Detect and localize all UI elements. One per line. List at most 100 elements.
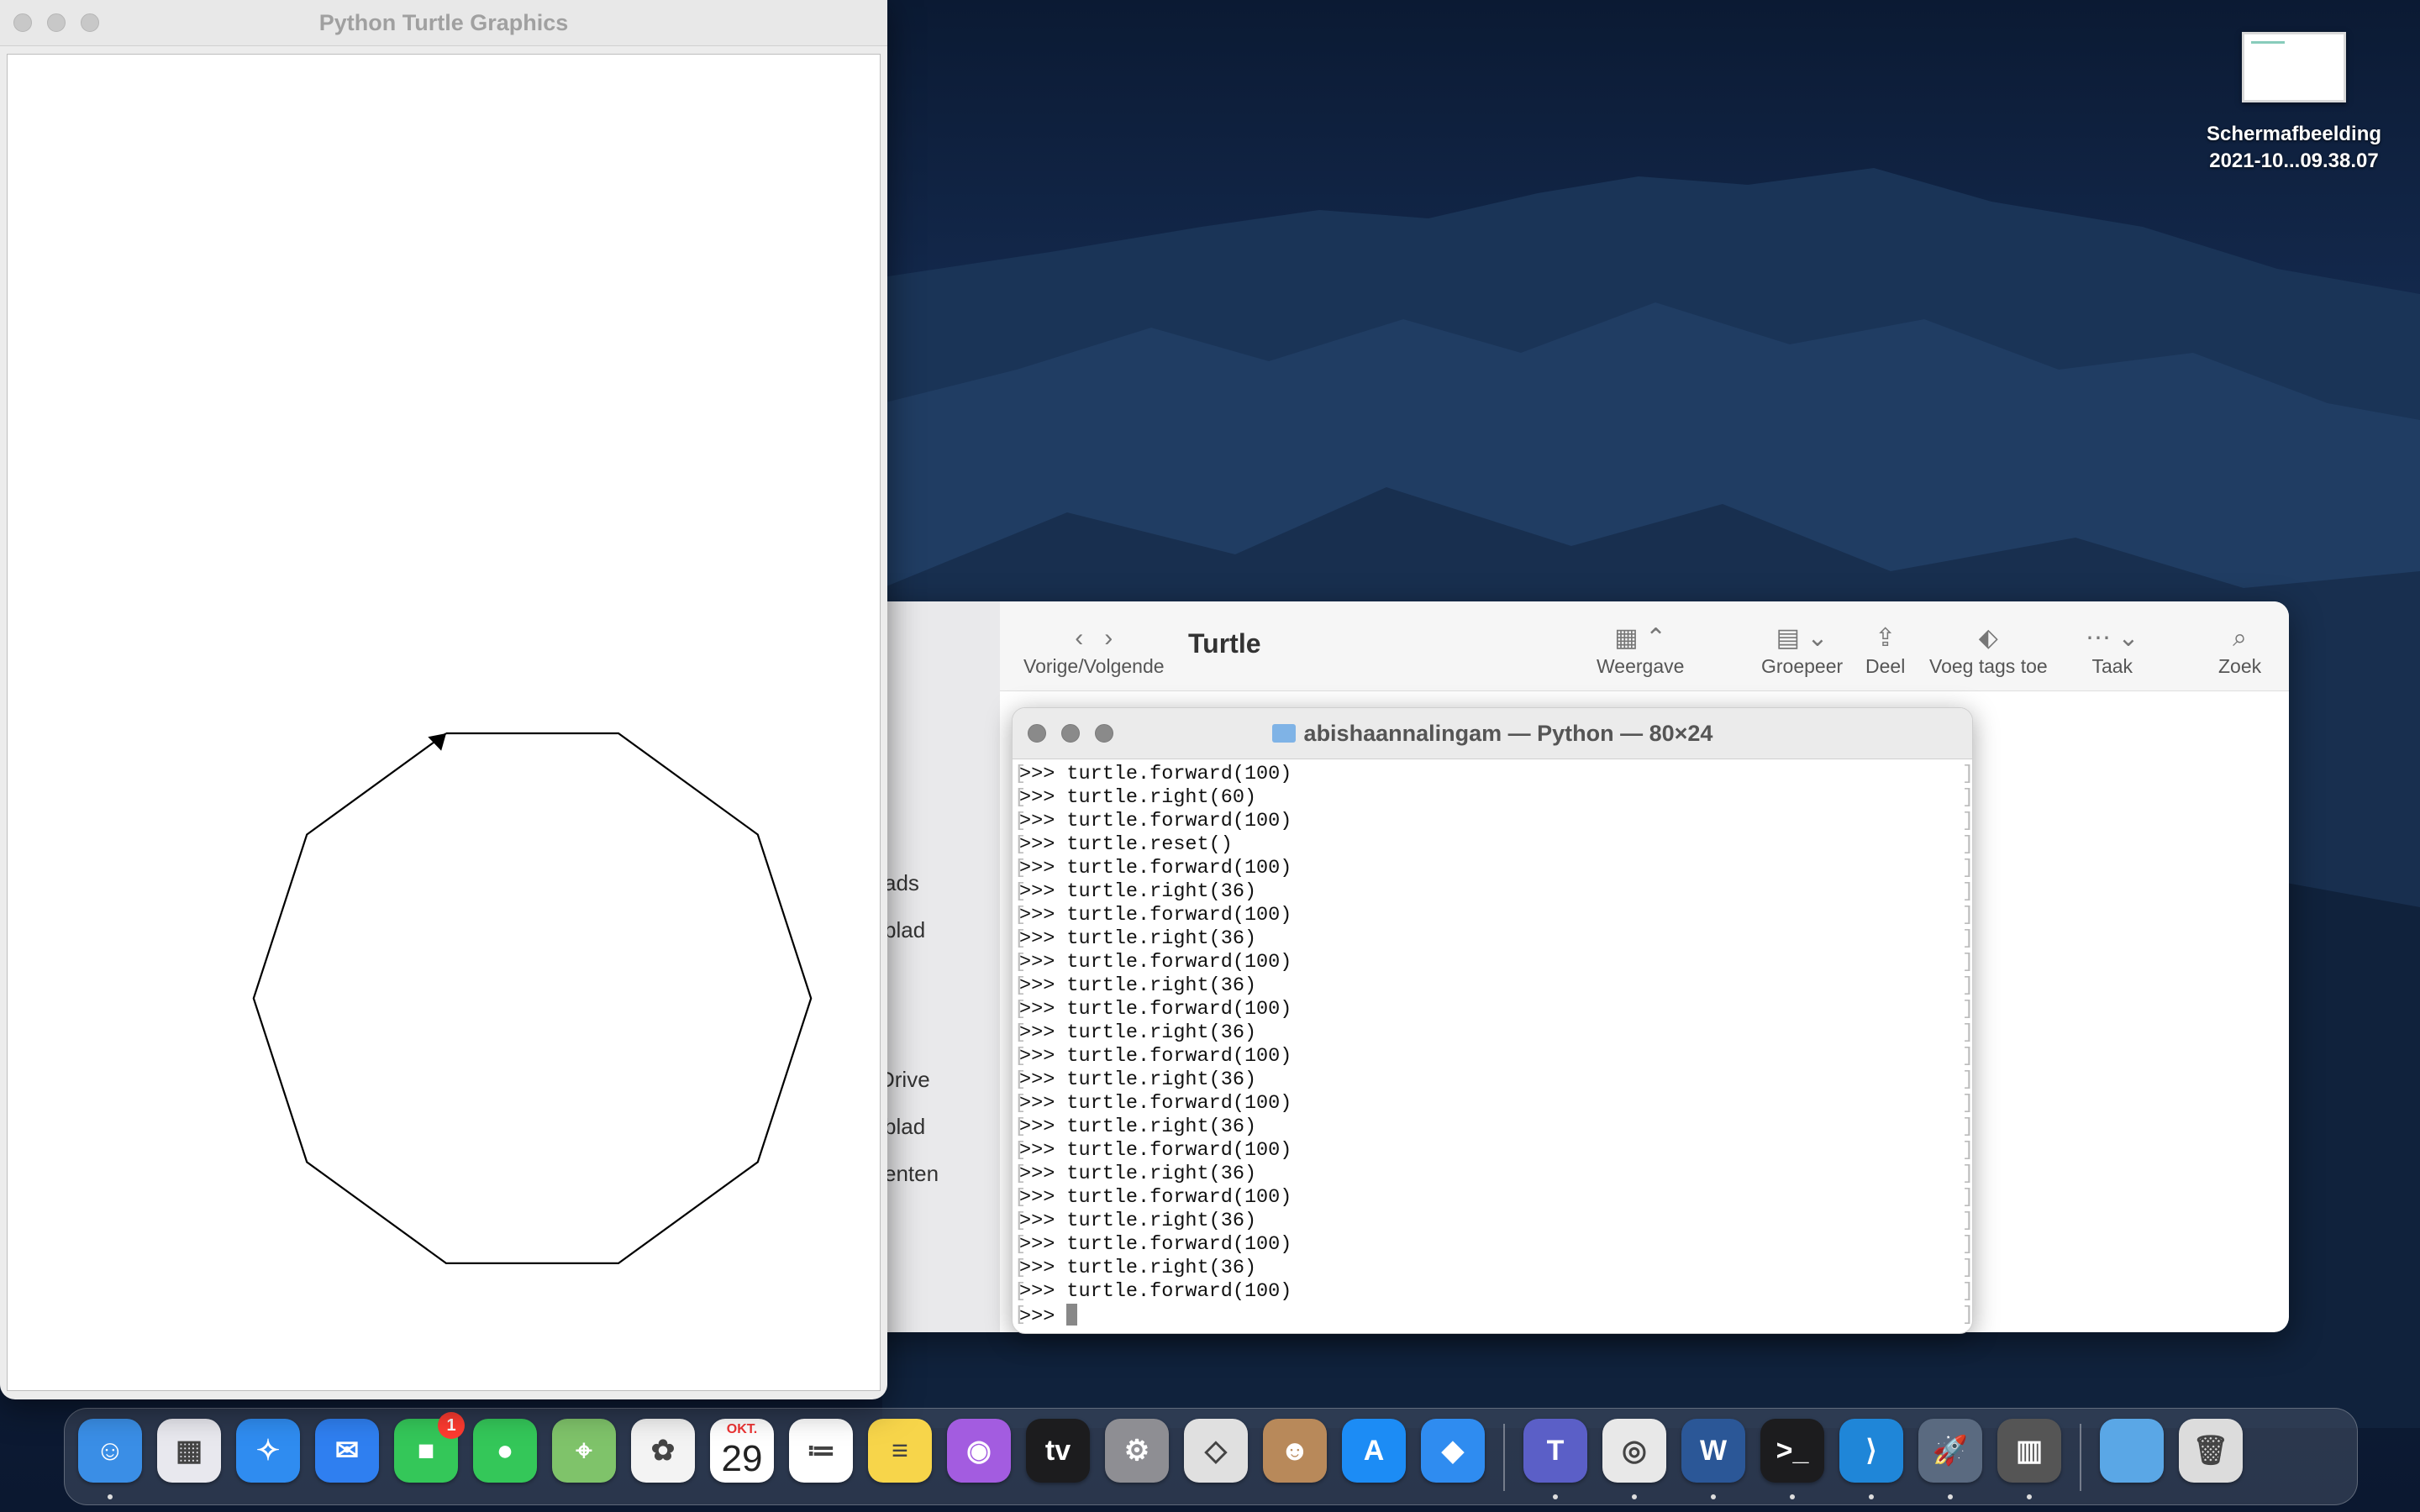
- notes-glyph: ≡: [892, 1435, 908, 1467]
- dock-roblox-studio-icon[interactable]: ◇: [1184, 1419, 1248, 1483]
- dock-calculator-icon[interactable]: ▥: [1997, 1419, 2061, 1483]
- dock-downloads-folder-icon[interactable]: [2100, 1419, 2164, 1483]
- dock-separator: [1503, 1424, 1505, 1491]
- terminal-title: abishaannalingam — Python — 80×24: [1013, 721, 1972, 747]
- turtle-window-title: Python Turtle Graphics: [318, 10, 569, 35]
- dock-safari-icon[interactable]: ✧: [236, 1419, 300, 1483]
- terminal-line: >>> turtle.forward(100): [1014, 1092, 1972, 1116]
- terminal-line: >>> turtle.right(36): [1014, 974, 1972, 998]
- dock-maps-icon[interactable]: ⌖: [552, 1419, 616, 1483]
- roblox-studio-glyph: ◇: [1204, 1435, 1228, 1467]
- file-thumbnail: [2242, 32, 2346, 102]
- chevron-left-right-icon: ‹ ›: [1075, 624, 1113, 652]
- chrome-glyph: ◎: [1622, 1435, 1647, 1467]
- running-indicator: [1553, 1494, 1558, 1499]
- running-indicator: [108, 1494, 113, 1499]
- terminal-prompt[interactable]: >>>: [1014, 1304, 1972, 1328]
- terminal-glyph: >_: [1776, 1435, 1809, 1467]
- dock-launchpad-icon[interactable]: ▦: [157, 1419, 221, 1483]
- running-indicator: [1711, 1494, 1716, 1499]
- terminal-line: >>> turtle.right(60): [1014, 786, 1972, 810]
- group-button[interactable]: ▤ ⌄ Groepeer: [1761, 622, 1843, 678]
- nav-label: Vorige/Volgende: [1023, 655, 1165, 677]
- tags-button[interactable]: ⬖ Voeg tags toe: [1929, 622, 2048, 678]
- sidebar-item[interactable]: blad: [884, 1114, 1000, 1140]
- python-launcher-glyph: 🚀: [1932, 1435, 1969, 1467]
- app-store-glyph: A: [1363, 1435, 1385, 1467]
- running-indicator: [1948, 1494, 1953, 1499]
- action-button[interactable]: ⋯ ⌄ Taak: [2086, 622, 2139, 678]
- reminders-glyph: ≔: [807, 1435, 835, 1467]
- view-button[interactable]: ▦ ⌃ Weergave: [1597, 622, 1684, 678]
- turtle-graphics-window[interactable]: Python Turtle Graphics: [0, 0, 887, 1399]
- launchpad-glyph: ▦: [175, 1435, 203, 1467]
- terminal-titlebar[interactable]: abishaannalingam — Python — 80×24: [1013, 708, 1972, 759]
- dock-podcasts-icon[interactable]: ◉: [947, 1419, 1011, 1483]
- dock-python-launcher-icon[interactable]: 🚀: [1918, 1419, 1982, 1483]
- share-button[interactable]: ⇪ Deel: [1865, 622, 1905, 678]
- nav-back-forward[interactable]: ‹ › Vorige/Volgende: [1023, 622, 1165, 678]
- dock-vscode-icon[interactable]: ⟩: [1839, 1419, 1903, 1483]
- turtle-drawing: [252, 732, 813, 1265]
- dock-messages-icon[interactable]: ●: [473, 1419, 537, 1483]
- dock-terminal-icon[interactable]: >_: [1760, 1419, 1824, 1483]
- terminal-window[interactable]: abishaannalingam — Python — 80×24 >>> tu…: [1012, 707, 1973, 1334]
- group-icon: ▤ ⌄: [1776, 624, 1828, 652]
- dock-notes-icon[interactable]: ≡: [868, 1419, 932, 1483]
- calendar-day: 29: [721, 1438, 763, 1479]
- terminal-line: >>> turtle.right(36): [1014, 1163, 1972, 1186]
- share-icon: ⇪: [1875, 624, 1897, 652]
- search-button[interactable]: ⌕ Zoek: [2218, 622, 2261, 678]
- terminal-line: >>> turtle.right(36): [1014, 927, 1972, 951]
- dock-calendar-icon[interactable]: OKT. 29: [710, 1419, 774, 1483]
- podcasts-glyph: ◉: [966, 1435, 992, 1467]
- terminal-line: >>> turtle.forward(100): [1014, 904, 1972, 927]
- dock-reminders-icon[interactable]: ≔: [789, 1419, 853, 1483]
- dock-contacts-icon[interactable]: ☻: [1263, 1419, 1327, 1483]
- dock-apple-tv-icon[interactable]: tv: [1026, 1419, 1090, 1483]
- terminal-line: >>> turtle.forward(100): [1014, 810, 1972, 833]
- dock-photos-icon[interactable]: ✿: [631, 1419, 695, 1483]
- facetime-glyph: ■: [417, 1435, 435, 1467]
- dock-mail-icon[interactable]: ✉: [315, 1419, 379, 1483]
- terminal-line: >>> turtle.forward(100): [1014, 1233, 1972, 1257]
- terminal-line: >>> turtle.forward(100): [1014, 763, 1972, 786]
- dock-trash-icon[interactable]: 🗑: [2179, 1419, 2243, 1483]
- sidebar-item[interactable]: enten: [884, 1161, 1000, 1187]
- dock-chrome-icon[interactable]: ◎: [1602, 1419, 1666, 1483]
- group-label: Groepeer: [1761, 655, 1844, 677]
- contacts-glyph: ☻: [1280, 1435, 1310, 1467]
- grid-view-icon: ▦ ⌃: [1614, 624, 1667, 652]
- sidebar-item[interactable]: Drive: [879, 1067, 995, 1093]
- running-indicator: [2027, 1494, 2032, 1499]
- terminal-output[interactable]: >>> turtle.forward(100)>>> turtle.right(…: [1013, 759, 1972, 1328]
- safari-glyph: ✧: [255, 1435, 281, 1467]
- turtle-titlebar[interactable]: Python Turtle Graphics: [0, 0, 887, 46]
- maps-glyph: ⌖: [576, 1435, 592, 1467]
- dock-teams-icon[interactable]: T: [1523, 1419, 1587, 1483]
- terminal-line: >>> turtle.right(36): [1014, 880, 1972, 904]
- dock-separator: [2080, 1424, 2081, 1491]
- dock-finder-icon[interactable]: ☺: [78, 1419, 142, 1483]
- vscode-glyph: ⟩: [1865, 1435, 1877, 1467]
- running-indicator: [1790, 1494, 1795, 1499]
- prompt-text: >>>: [1019, 1305, 1067, 1328]
- dock-system-preferences-icon[interactable]: ⚙: [1105, 1419, 1169, 1483]
- tag-icon: ⬖: [1978, 624, 1998, 652]
- dock-facetime-icon[interactable]: ■ 1: [394, 1412, 465, 1483]
- turtle-canvas[interactable]: [7, 54, 881, 1391]
- dock-word-icon[interactable]: W: [1681, 1419, 1745, 1483]
- terminal-line: >>> turtle.forward(100): [1014, 998, 1972, 1021]
- action-icon: ⋯ ⌄: [2086, 624, 2139, 652]
- system-preferences-glyph: ⚙: [1123, 1435, 1150, 1467]
- dock-app-store-icon[interactable]: A: [1342, 1419, 1406, 1483]
- terminal-line: >>> turtle.forward(100): [1014, 1280, 1972, 1304]
- desktop-screenshot-file[interactable]: Schermafbeelding 2021-10...09.38.07: [2185, 32, 2403, 175]
- terminal-line: >>> turtle.forward(100): [1014, 857, 1972, 880]
- dock-roblox-icon[interactable]: ◆: [1421, 1419, 1485, 1483]
- sidebar-item[interactable]: blad: [884, 917, 1000, 943]
- terminal-line: >>> turtle.right(36): [1014, 1068, 1972, 1092]
- word-glyph: W: [1699, 1435, 1728, 1467]
- sidebar-item[interactable]: ads: [884, 870, 1000, 896]
- finder-toolbar: ‹ › Vorige/Volgende Turtle ▦ ⌃ Weergave …: [1000, 601, 2289, 691]
